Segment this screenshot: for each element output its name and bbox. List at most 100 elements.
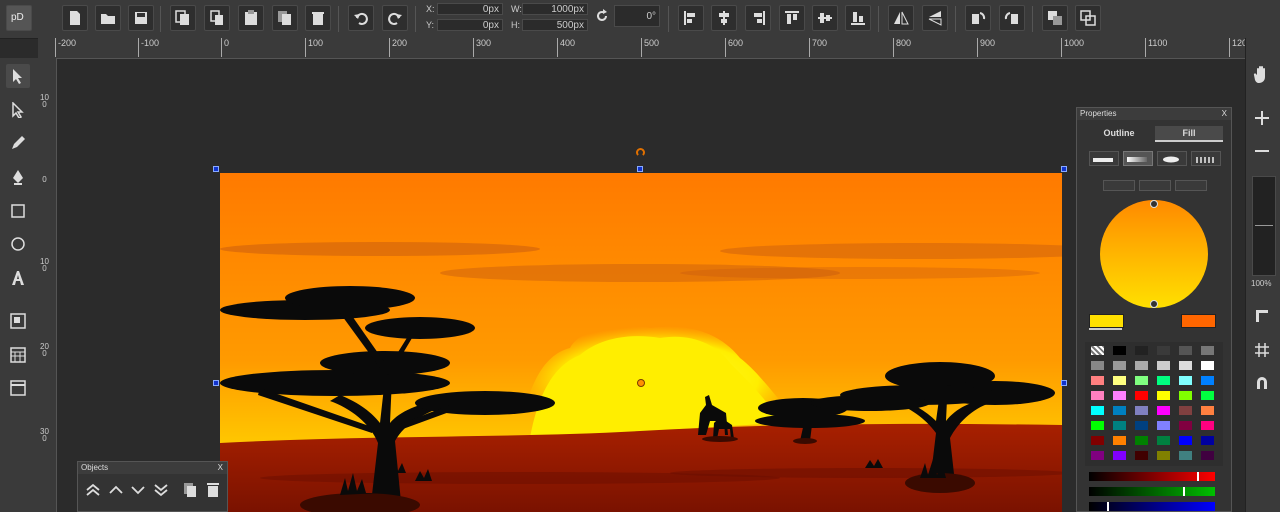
table-tool[interactable] [6,343,30,367]
palette-swatch[interactable] [1113,346,1126,355]
fill-radial-gradient-button[interactable] [1157,151,1187,166]
send-backward-button[interactable] [128,480,148,500]
palette-swatch[interactable] [1091,391,1104,400]
y-input[interactable]: 0px [437,19,503,31]
palette-swatch[interactable] [1091,436,1104,445]
align-top-button[interactable] [779,5,805,31]
palette-swatch[interactable] [1113,421,1126,430]
duplicate-object-button[interactable] [180,480,200,500]
properties-close-button[interactable]: X [1222,108,1227,120]
align-middle-button[interactable] [812,5,838,31]
palette-swatch[interactable] [1179,361,1192,370]
resize-handle-top-right[interactable] [1061,166,1067,172]
palette-swatch[interactable] [1201,421,1214,430]
width-input[interactable]: 1000px [522,3,588,15]
palette-swatch[interactable] [1201,376,1214,385]
gradient-preset-1[interactable] [1103,180,1135,191]
palette-swatch[interactable] [1157,421,1170,430]
palette-swatch[interactable] [1179,421,1192,430]
palette-swatch[interactable] [1179,436,1192,445]
rectangle-tool[interactable] [6,199,30,223]
palette-swatch[interactable] [1157,391,1170,400]
flip-vertical-button[interactable] [922,5,948,31]
snap-corner-toggle[interactable] [1252,306,1276,330]
palette-swatch[interactable] [1113,451,1126,460]
pan-tool[interactable] [1252,64,1276,88]
palette-swatch[interactable] [1157,406,1170,415]
gradient-stop-color-1[interactable] [1089,314,1124,328]
palette-swatch[interactable] [1157,436,1170,445]
undo-button[interactable] [348,5,374,31]
align-center-horizontal-button[interactable] [711,5,737,31]
palette-swatch[interactable] [1179,451,1192,460]
palette-swatch[interactable] [1157,346,1170,355]
node-select-tool[interactable] [6,98,30,122]
palette-swatch[interactable] [1201,361,1214,370]
green-slider-thumb[interactable] [1183,487,1185,496]
duplicate-button[interactable] [170,5,196,31]
palette-swatch[interactable] [1201,451,1214,460]
resize-handle-top[interactable] [637,166,643,172]
pencil-tool[interactable] [6,131,30,155]
gradient-preset-3[interactable] [1175,180,1207,191]
rotate-right-button[interactable] [999,5,1025,31]
copy-button[interactable] [204,5,230,31]
palette-swatch[interactable] [1157,361,1170,370]
gradient-preview[interactable] [1100,200,1208,308]
fill-linear-gradient-button[interactable] [1123,151,1153,166]
palette-swatch[interactable] [1179,391,1192,400]
paste-button[interactable] [238,5,264,31]
gradient-preset-2[interactable] [1139,180,1171,191]
fill-pattern-button[interactable] [1191,151,1221,166]
savanna-sunset-artwork[interactable] [220,173,1062,512]
palette-swatch[interactable] [1201,436,1214,445]
palette-swatch[interactable] [1091,406,1104,415]
rotate-handle[interactable] [636,148,645,157]
zoom-out-button[interactable] [1252,141,1276,165]
palette-swatch[interactable] [1135,421,1148,430]
resize-handle-left[interactable] [213,380,219,386]
blue-slider-thumb[interactable] [1107,502,1109,511]
magnet-toggle[interactable] [1252,373,1276,397]
red-channel-slider[interactable] [1089,472,1215,481]
palette-swatch[interactable] [1091,451,1104,460]
palette-swatch[interactable] [1157,376,1170,385]
layout-tool[interactable] [6,376,30,400]
palette-swatch[interactable] [1113,376,1126,385]
objects-close-button[interactable]: X [218,462,223,474]
save-button[interactable] [128,5,154,31]
new-document-button[interactable] [62,5,88,31]
zoom-slider[interactable] [1252,176,1276,276]
gradient-handle-top[interactable] [1150,200,1158,208]
palette-swatch[interactable] [1113,436,1126,445]
align-bottom-button[interactable] [845,5,871,31]
palette-swatch-transparent[interactable] [1091,346,1104,355]
red-slider-thumb[interactable] [1197,472,1199,481]
select-tool[interactable] [6,64,30,88]
x-input[interactable]: 0px [437,3,503,15]
palette-swatch[interactable] [1135,406,1148,415]
palette-swatch[interactable] [1135,361,1148,370]
palette-swatch[interactable] [1091,376,1104,385]
delete-object-button[interactable] [203,480,223,500]
text-tool[interactable] [6,266,30,290]
image-tool[interactable] [6,309,30,333]
palette-swatch[interactable] [1113,361,1126,370]
palette-swatch[interactable] [1201,391,1214,400]
ellipse-tool[interactable] [6,232,30,256]
rotation-center-handle[interactable] [637,379,645,387]
palette-swatch[interactable] [1135,391,1148,400]
align-right-button[interactable] [745,5,771,31]
palette-swatch[interactable] [1179,376,1192,385]
palette-swatch[interactable] [1135,376,1148,385]
palette-swatch[interactable] [1179,346,1192,355]
ungroup-button[interactable] [1075,5,1101,31]
redo-button[interactable] [382,5,408,31]
zoom-in-button[interactable] [1252,108,1276,132]
tab-outline[interactable]: Outline [1083,126,1155,140]
pen-tool[interactable] [6,165,30,189]
paste-in-place-button[interactable] [272,5,298,31]
send-to-back-button[interactable] [151,480,171,500]
palette-swatch[interactable] [1113,391,1126,400]
bring-to-front-button[interactable] [83,480,103,500]
